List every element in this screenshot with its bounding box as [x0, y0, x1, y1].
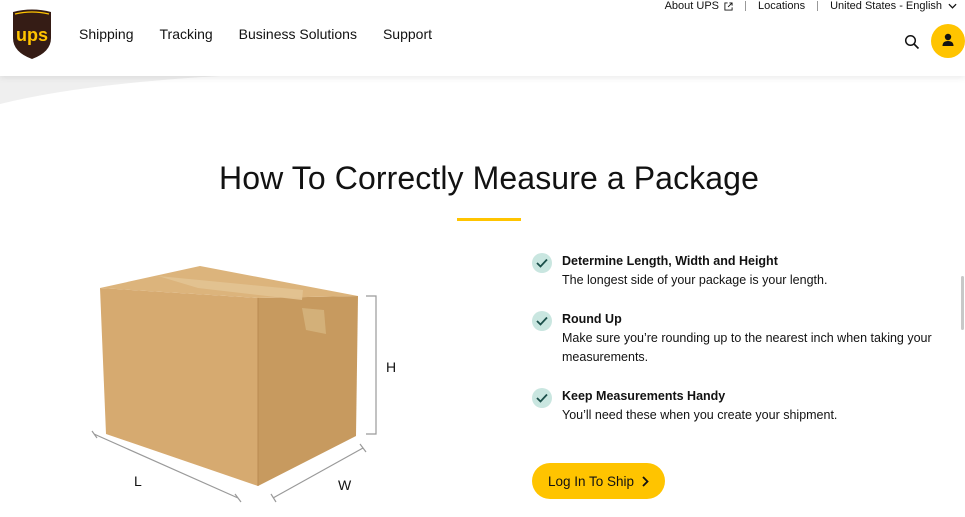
feature-item: Keep Measurements Handy You’ll need thes… [532, 387, 952, 425]
feature-title: Determine Length, Width and Height [562, 254, 778, 268]
width-label: W [338, 477, 352, 493]
feature-description: The longest side of your package is your… [562, 273, 828, 287]
package-illustration: H L W [91, 266, 396, 503]
divider [817, 1, 819, 11]
external-link-icon [724, 1, 733, 11]
chevron-down-icon [948, 3, 957, 9]
nav-shipping[interactable]: Shipping [79, 26, 134, 42]
feature-title: Round Up [562, 312, 622, 326]
site-header: ups Shipping Tracking Business Solutions… [0, 0, 965, 76]
chevron-right-icon [642, 475, 649, 487]
user-icon [942, 33, 954, 46]
ups-logo[interactable]: ups [10, 8, 54, 60]
check-icon [532, 253, 552, 273]
feature-title: Keep Measurements Handy [562, 389, 726, 403]
measurement-steps: Determine Length, Width and Height The l… [532, 252, 952, 445]
length-label: L [134, 473, 142, 489]
search-icon[interactable] [904, 34, 920, 50]
decorative-swoosh [0, 76, 220, 104]
locale-selector[interactable]: United States - English [830, 0, 942, 12]
scrollbar-thumb[interactable] [961, 276, 964, 330]
about-ups-link[interactable]: About UPS [665, 0, 719, 12]
feature-item: Determine Length, Width and Height The l… [532, 252, 952, 290]
check-icon [532, 311, 552, 331]
utility-nav: About UPS Locations United States - Engl… [665, 0, 957, 12]
height-label: H [386, 359, 396, 375]
nav-business-solutions[interactable]: Business Solutions [239, 26, 357, 42]
nav-tracking[interactable]: Tracking [160, 26, 213, 42]
page-title: How To Correctly Measure a Package [219, 160, 759, 196]
log-in-to-ship-button[interactable]: Log In To Ship [532, 463, 665, 499]
divider [745, 1, 747, 11]
cta-label: Log In To Ship [547, 473, 635, 489]
account-button[interactable] [931, 24, 965, 58]
logo-text: ups [16, 25, 48, 45]
feature-item: Round Up Make sure you’re rounding up to… [532, 310, 952, 367]
locations-link[interactable]: Locations [758, 0, 805, 12]
title-underline [457, 218, 521, 221]
feature-description: You’ll need these when you create your s… [562, 408, 838, 422]
nav-support[interactable]: Support [383, 26, 432, 42]
feature-description: Make sure you’re rounding up to the near… [562, 331, 932, 364]
main-nav: Shipping Tracking Business Solutions Sup… [79, 26, 432, 42]
check-icon [532, 388, 552, 408]
